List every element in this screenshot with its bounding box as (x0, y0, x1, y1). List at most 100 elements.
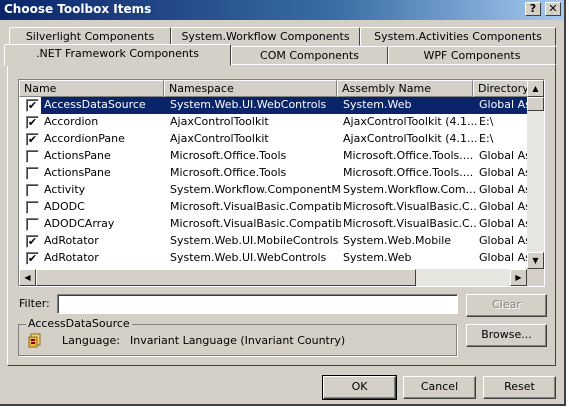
cell-assembly: AjaxControlToolkit (4.1... (343, 132, 477, 145)
arrow-left-icon: ◀ (24, 273, 31, 282)
cell-assembly: AjaxControlToolkit (4.1... (343, 115, 477, 128)
components-list[interactable]: Name Namespace Assembly Name Directory ✔… (18, 79, 545, 287)
column-header-namespace[interactable]: Namespace (164, 80, 337, 97)
table-row[interactable]: ✔ AccessDataSource System.Web.UI.WebCont… (19, 97, 527, 114)
cancel-button[interactable]: Cancel (403, 376, 476, 399)
filter-label: Filter: (19, 297, 50, 310)
row-checkbox[interactable] (26, 150, 39, 163)
cell-namespace: System.Workflow.ComponentM... (170, 183, 341, 196)
horizontal-scroll-thumb[interactable] (36, 269, 416, 286)
reset-button[interactable]: Reset (483, 376, 556, 399)
scroll-right-button[interactable]: ▶ (510, 269, 527, 286)
vertical-scroll-thumb[interactable] (527, 97, 544, 111)
table-row[interactable]: Activity System.Workflow.ComponentM... S… (19, 182, 527, 199)
row-checkbox[interactable]: ✔ (26, 116, 39, 129)
filter-input[interactable] (57, 294, 458, 314)
row-checkbox[interactable]: ✔ (26, 235, 39, 248)
check-icon: ✔ (27, 252, 38, 265)
cell-directory: Global Ass (479, 149, 527, 162)
table-row[interactable]: ADODCArray Microsoft.VisualBasic.Compati… (19, 216, 527, 233)
scrollbar-corner (527, 269, 544, 286)
scroll-down-button[interactable]: ▼ (527, 252, 544, 269)
cell-namespace: AjaxControlToolkit (170, 132, 269, 145)
details-group: AccessDataSource Language: Invariant Lan… (18, 317, 457, 356)
table-row[interactable]: ✔ AdRotator System.Web.UI.MobileControls… (19, 233, 527, 250)
cell-directory: Global Ass (479, 183, 527, 196)
tab-wpf-components[interactable]: WPF Components (388, 46, 556, 65)
check-icon: ✔ (27, 99, 38, 112)
check-icon: ✔ (27, 116, 38, 129)
arrow-right-icon: ▶ (515, 273, 522, 282)
column-header-name[interactable]: Name (19, 80, 164, 97)
cell-name: ActionsPane (44, 166, 111, 179)
language-label: Language: (62, 334, 120, 347)
language-value: Invariant Language (Invariant Country) (130, 334, 346, 347)
vertical-scrollbar[interactable]: ▲ ▼ (527, 80, 544, 269)
cell-directory: Global Ass (479, 200, 527, 213)
column-header-directory[interactable]: Directory (473, 80, 529, 97)
cell-assembly: Microsoft.Office.Tools.... (343, 166, 474, 179)
window-title: Choose Toolbox Items (4, 2, 152, 16)
horizontal-scrollbar[interactable]: ◀ ▶ (19, 269, 527, 286)
cell-name: AccordionPane (44, 132, 125, 145)
check-icon: ✔ (27, 133, 38, 146)
table-row[interactable]: ActionsPane Microsoft.Office.Tools Micro… (19, 165, 527, 182)
tab-system-activities-components[interactable]: System.Activities Components (360, 27, 556, 46)
cell-directory: Global Ass (479, 234, 527, 247)
table-row[interactable]: ADODC Microsoft.VisualBasic.Compatibi...… (19, 199, 527, 216)
cell-directory: E:\ (479, 115, 494, 128)
table-row[interactable]: ✔ AdRotator System.Web.UI.WebControls Sy… (19, 250, 527, 267)
cell-assembly: Microsoft.Office.Tools.... (343, 149, 474, 162)
row-checkbox[interactable] (26, 184, 39, 197)
cell-directory: E:\ (479, 132, 494, 145)
cell-namespace: System.Web.UI.MobileControls (170, 234, 339, 247)
cell-name: ADODCArray (44, 217, 115, 230)
row-checkbox[interactable] (26, 218, 39, 231)
cell-assembly: Microsoft.VisualBasic.C... (343, 217, 477, 230)
arrow-down-icon: ▼ (532, 256, 539, 265)
cell-assembly: System.Web (343, 251, 412, 264)
row-checkbox[interactable] (26, 201, 39, 214)
cell-assembly: System.Workflow.Com... (343, 183, 477, 196)
cell-namespace: System.Web.UI.WebControls (168, 97, 341, 114)
scroll-left-button[interactable]: ◀ (19, 269, 36, 286)
cell-namespace: Microsoft.Office.Tools (170, 149, 287, 162)
cell-assembly: System.Web.Mobile (343, 234, 452, 247)
scroll-up-button[interactable]: ▲ (527, 80, 544, 97)
cell-directory: Global Ass (477, 97, 527, 114)
check-icon: ✔ (27, 235, 38, 248)
cell-directory: Global Ass (479, 251, 527, 264)
browse-button[interactable]: Browse... (466, 324, 547, 347)
cell-namespace: Microsoft.VisualBasic.Compatibi... (170, 217, 341, 230)
cell-namespace: AjaxControlToolkit (170, 115, 269, 128)
row-checkbox[interactable]: ✔ (26, 99, 39, 112)
table-row[interactable]: ✔ Accordion AjaxControlToolkit AjaxContr… (19, 114, 527, 131)
arrow-up-icon: ▲ (532, 84, 539, 93)
tab-net-framework-components[interactable]: .NET Framework Components (4, 44, 231, 66)
cell-namespace: Microsoft.VisualBasic.Compatibi... (170, 200, 341, 213)
cell-name: Activity (44, 183, 86, 196)
close-button[interactable]: ✕ (545, 2, 561, 16)
cell-namespace: System.Web.UI.WebControls (170, 251, 327, 264)
cell-directory: Global Ass (479, 166, 527, 179)
row-checkbox[interactable]: ✔ (26, 252, 39, 265)
column-header-assembly-name[interactable]: Assembly Name (337, 80, 473, 97)
cell-assembly: System.Web (341, 97, 477, 114)
cell-name: ADODC (44, 200, 85, 213)
row-checkbox[interactable]: ✔ (26, 133, 39, 146)
cell-name: Accordion (44, 115, 99, 128)
help-button[interactable]: ? (525, 2, 541, 16)
table-row[interactable]: ActionsPane Microsoft.Office.Tools Micro… (19, 148, 527, 165)
tab-com-components[interactable]: COM Components (231, 46, 388, 65)
assembly-icon (28, 333, 41, 348)
row-checkbox[interactable] (26, 167, 39, 180)
cell-name: ActionsPane (44, 149, 111, 162)
ok-button[interactable]: OK (322, 375, 397, 400)
cell-name: AdRotator (44, 234, 99, 247)
clear-button[interactable]: Clear (466, 294, 547, 317)
cell-directory: Global Ass (479, 217, 527, 230)
cell-name: AdRotator (44, 251, 99, 264)
title-bar: Choose Toolbox Items ? ✕ (0, 0, 564, 20)
table-row[interactable]: ✔ AccordionPane AjaxControlToolkit AjaxC… (19, 131, 527, 148)
cell-name: AccessDataSource (41, 97, 168, 114)
